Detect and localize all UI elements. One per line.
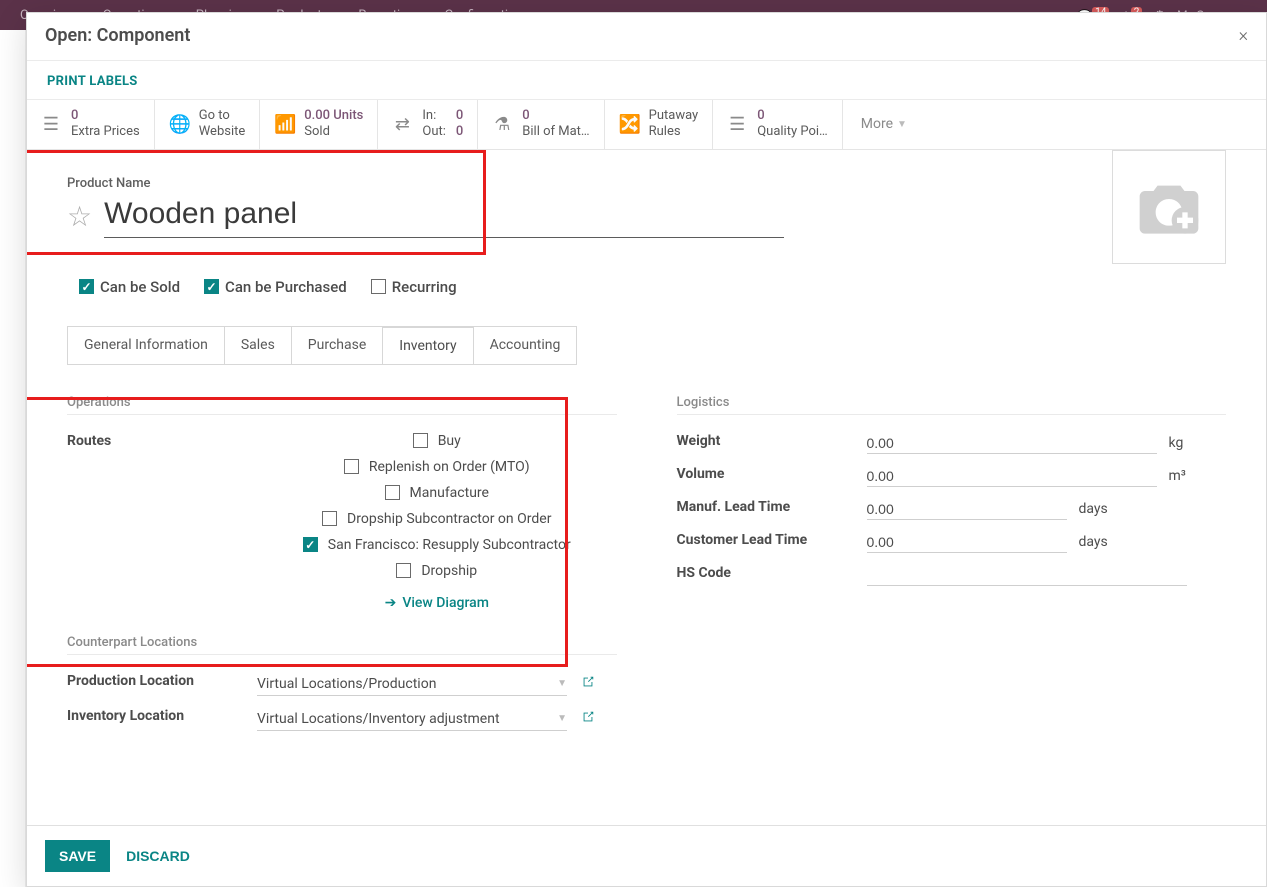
weight-input[interactable]: [867, 433, 1157, 454]
discard-button[interactable]: DISCARD: [126, 848, 190, 864]
manuf-lead-unit: days: [1079, 501, 1108, 517]
favorite-star-icon[interactable]: ☆: [67, 200, 92, 233]
cust-lead-label: Customer Lead Time: [677, 532, 867, 553]
external-link-icon[interactable]: [581, 675, 595, 693]
tab-sales[interactable]: Sales: [225, 327, 292, 364]
tab-general[interactable]: General Information: [68, 327, 225, 364]
view-diagram-link[interactable]: ➔ View Diagram: [385, 595, 489, 611]
inventory-location-label: Inventory Location: [67, 708, 257, 731]
save-button[interactable]: SAVE: [45, 840, 110, 872]
stat-bom[interactable]: ⚗ 0Bill of Mat…: [478, 100, 604, 149]
stat-goto-website[interactable]: 🌐 Go toWebsite: [155, 100, 261, 149]
stat-extra-prices[interactable]: ☰ 0Extra Prices: [27, 100, 155, 149]
route-manufacture[interactable]: Manufacture: [385, 485, 489, 501]
recurring-checkbox[interactable]: Recurring: [371, 278, 457, 296]
tab-inventory[interactable]: Inventory: [383, 327, 473, 364]
manuf-lead-input[interactable]: [867, 499, 1067, 520]
chevron-down-icon: ▼: [897, 119, 907, 130]
can-be-sold-checkbox[interactable]: Can be Sold: [79, 278, 180, 296]
route-mto[interactable]: Replenish on Order (MTO): [344, 459, 530, 475]
external-link-icon[interactable]: [581, 710, 595, 728]
hs-code-input[interactable]: [867, 565, 1187, 586]
chevron-down-icon: ▼: [557, 713, 567, 724]
stat-quality[interactable]: ☰ 0Quality Poi…: [713, 100, 843, 149]
weight-label: Weight: [677, 433, 867, 454]
cust-lead-unit: days: [1079, 534, 1108, 550]
list-icon: ☰: [41, 114, 61, 135]
route-buy[interactable]: Buy: [413, 433, 461, 449]
tab-purchase[interactable]: Purchase: [292, 327, 383, 364]
product-name-label: Product Name: [67, 176, 1226, 191]
route-dropship-subcontractor[interactable]: Dropship Subcontractor on Order: [322, 511, 551, 527]
modal-body: PRINT LABELS ☰ 0Extra Prices 🌐 Go toWebs…: [27, 61, 1266, 825]
modal-footer: SAVE DISCARD: [27, 825, 1266, 886]
stat-in-out[interactable]: ⇄ In:0 Out:0: [378, 100, 478, 149]
shuffle-icon: 🔀: [619, 114, 639, 135]
stat-more[interactable]: More ▼: [843, 100, 925, 149]
stat-ribbon: ☰ 0Extra Prices 🌐 Go toWebsite 📶 0.00 Un…: [27, 100, 1266, 150]
product-image-upload[interactable]: [1112, 150, 1226, 264]
inventory-tab-content: Operations Routes Buy Replenish on Order…: [67, 365, 1226, 747]
arrow-right-icon: ➔: [385, 595, 397, 611]
weight-unit: kg: [1169, 435, 1184, 451]
counterpart-section-title: Counterpart Locations: [67, 635, 617, 655]
can-be-purchased-checkbox[interactable]: Can be Purchased: [204, 278, 347, 296]
tab-bar: General Information Sales Purchase Inven…: [67, 326, 577, 365]
volume-input[interactable]: [867, 466, 1157, 487]
globe-icon: 🌐: [169, 114, 189, 135]
flask-icon: ⚗: [492, 114, 512, 135]
inventory-location-select[interactable]: Virtual Locations/Inventory adjustment ▼: [257, 708, 567, 731]
close-icon[interactable]: ×: [1239, 25, 1248, 46]
print-labels-button[interactable]: PRINT LABELS: [47, 74, 138, 89]
stat-putaway[interactable]: 🔀 PutawayRules: [605, 100, 714, 149]
modal-title: Open: Component: [45, 25, 190, 46]
modal-header: Open: Component ×: [27, 13, 1266, 61]
volume-label: Volume: [677, 466, 867, 487]
manuf-lead-label: Manuf. Lead Time: [677, 499, 867, 520]
transfer-icon: ⇄: [392, 114, 412, 135]
routes-list: Buy Replenish on Order (MTO) Manufacture…: [257, 433, 617, 611]
production-location-label: Production Location: [67, 673, 257, 696]
route-dropship[interactable]: Dropship: [396, 563, 477, 579]
route-sf-resupply[interactable]: San Francisco: Resupply Subcontractor: [303, 537, 571, 553]
bars-icon: 📶: [274, 114, 294, 135]
cust-lead-input[interactable]: [867, 532, 1067, 553]
hs-code-label: HS Code: [677, 565, 867, 586]
logistics-section-title: Logistics: [677, 395, 1227, 415]
production-location-select[interactable]: Virtual Locations/Production ▼: [257, 673, 567, 696]
stat-units-sold[interactable]: 📶 0.00 UnitsSold: [260, 100, 378, 149]
product-flags: Can be Sold Can be Purchased Recurring: [67, 278, 1226, 296]
right-column: Logistics Weight kg Volume m³: [677, 395, 1227, 737]
volume-unit: m³: [1169, 468, 1186, 484]
routes-label: Routes: [67, 433, 257, 611]
tab-accounting[interactable]: Accounting: [474, 327, 577, 364]
bg-left-panel: [0, 30, 26, 887]
left-column: Operations Routes Buy Replenish on Order…: [67, 395, 617, 737]
camera-plus-icon: [1137, 180, 1201, 234]
product-name-input[interactable]: [104, 195, 784, 238]
product-form: Product Name ☆ Can be Sold Can be Purcha…: [27, 150, 1266, 757]
action-bar: PRINT LABELS: [27, 61, 1266, 100]
chevron-down-icon: ▼: [557, 678, 567, 689]
operations-section-title: Operations: [67, 395, 617, 415]
modal-dialog: Open: Component × PRINT LABELS ☰ 0Extra …: [26, 12, 1267, 887]
list2-icon: ☰: [727, 114, 747, 135]
